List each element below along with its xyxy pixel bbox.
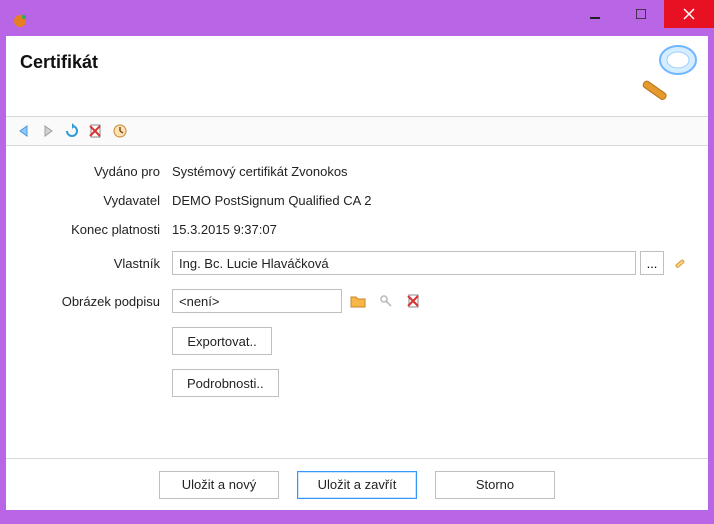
issuer-label: Vydavatel (22, 193, 172, 208)
owner-browse-button[interactable]: ... (640, 251, 664, 275)
signature-folder-button[interactable] (346, 289, 370, 313)
window-frame: Certifikát (0, 0, 714, 524)
expiry-value: 15.3.2015 9:37:07 (172, 222, 692, 237)
issued-to-value: Systémový certifikát Zvonokos (172, 164, 692, 179)
signature-key-button[interactable] (374, 289, 398, 313)
nav-back-button[interactable] (14, 121, 34, 141)
nav-forward-button[interactable] (38, 121, 58, 141)
row-export: Exportovat.. (22, 327, 692, 355)
row-expiry: Konec platnosti 15.3.2015 9:37:07 (22, 222, 692, 237)
header: Certifikát (6, 36, 708, 116)
signature-label: Obrázek podpisu (22, 294, 172, 309)
row-issuer: Vydavatel DEMO PostSignum Qualified CA 2 (22, 193, 692, 208)
toolbar (6, 116, 708, 146)
details-button[interactable]: Podrobnosti.. (172, 369, 279, 397)
minimize-button[interactable] (572, 0, 618, 28)
form: Vydáno pro Systémový certifikát Zvonokos… (6, 146, 708, 458)
magnifier-icon (636, 40, 700, 107)
row-owner: Vlastník ... (22, 251, 692, 275)
issued-to-label: Vydáno pro (22, 164, 172, 179)
titlebar-controls (572, 0, 714, 28)
cancel-button[interactable]: Storno (435, 471, 555, 499)
signature-remove-button[interactable] (402, 289, 426, 313)
delete-button[interactable] (86, 121, 106, 141)
owner-label: Vlastník (22, 256, 172, 271)
history-button[interactable] (110, 121, 130, 141)
app-icon (12, 13, 28, 29)
row-issued-to: Vydáno pro Systémový certifikát Zvonokos (22, 164, 692, 179)
titlebar (6, 6, 708, 36)
close-button[interactable] (664, 0, 714, 28)
row-details: Podrobnosti.. (22, 369, 692, 397)
expiry-label: Konec platnosti (22, 222, 172, 237)
save-and-new-button[interactable]: Uložit a nový (159, 471, 279, 499)
issuer-value: DEMO PostSignum Qualified CA 2 (172, 193, 692, 208)
client-area: Certifikát (6, 36, 708, 510)
owner-clear-button[interactable] (668, 251, 692, 275)
signature-input[interactable] (172, 289, 342, 313)
save-and-close-button[interactable]: Uložit a zavřít (297, 471, 417, 499)
page-title: Certifikát (20, 52, 98, 73)
footer-buttons: Uložit a nový Uložit a zavřít Storno (6, 458, 708, 510)
export-button[interactable]: Exportovat.. (172, 327, 272, 355)
maximize-button[interactable] (618, 0, 664, 28)
refresh-button[interactable] (62, 121, 82, 141)
row-signature: Obrázek podpisu (22, 289, 692, 313)
owner-input[interactable] (172, 251, 636, 275)
titlebar-left (12, 13, 34, 29)
